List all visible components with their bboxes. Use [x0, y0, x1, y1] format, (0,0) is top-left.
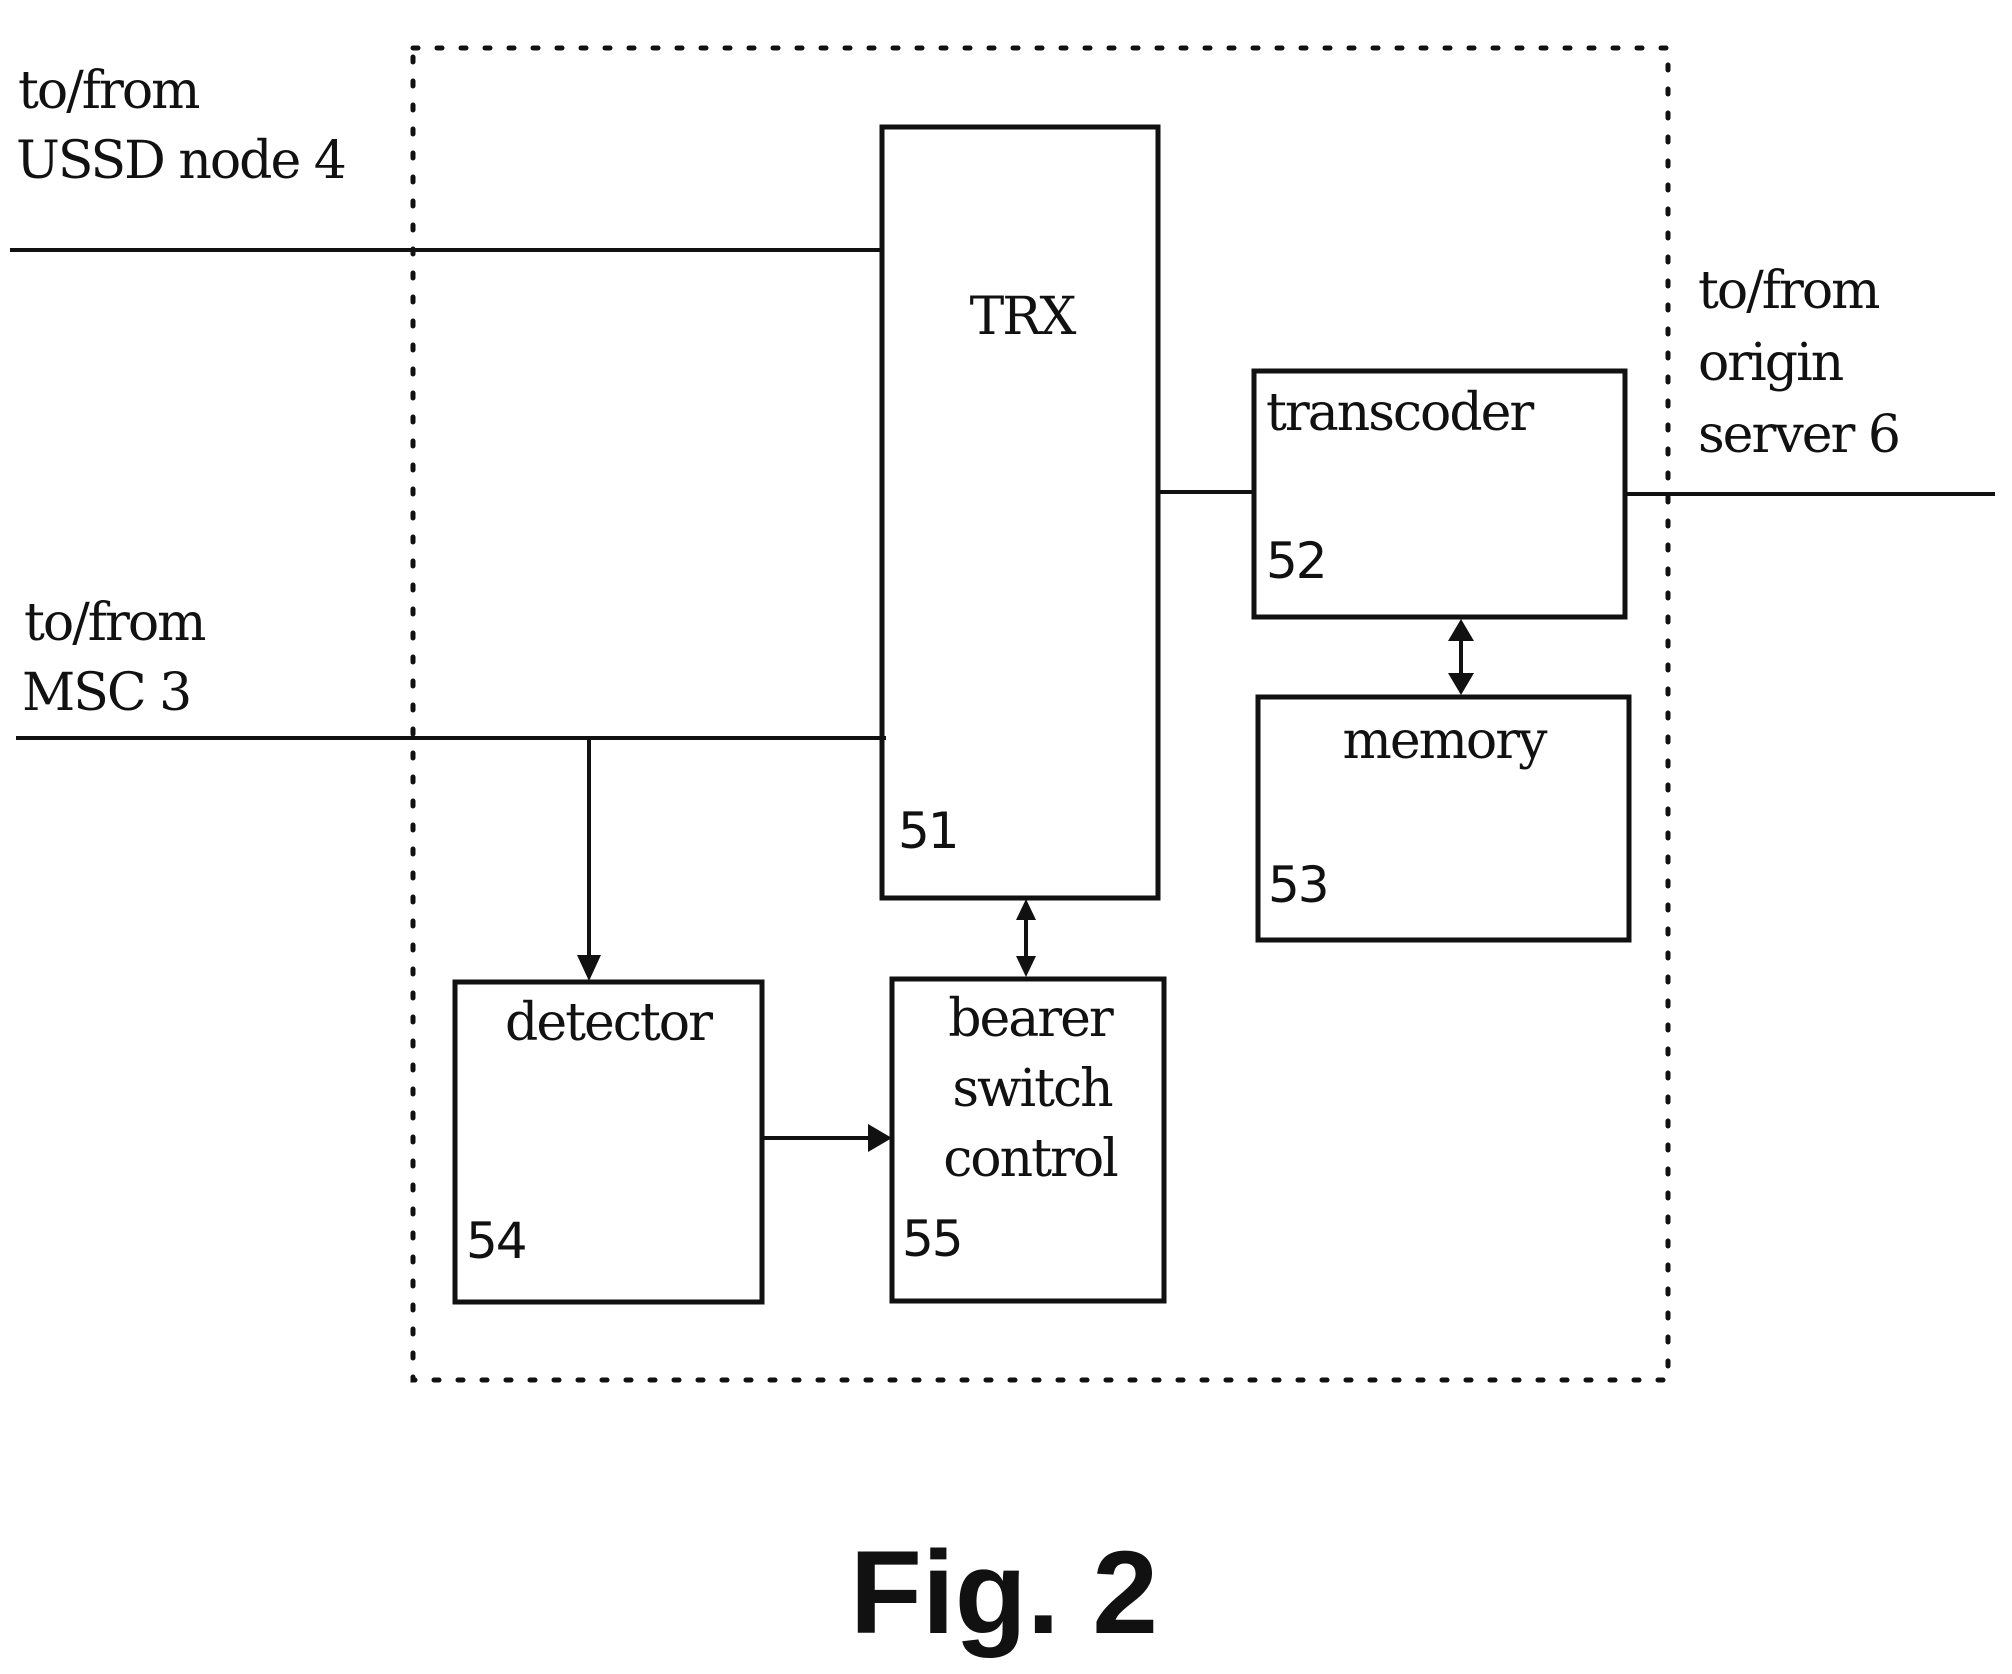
arrowhead-down-icon: [1016, 956, 1036, 977]
ussd-label-line1: to/from: [18, 61, 199, 121]
bearer-switch-control-block: bearer switch control 55: [889, 976, 1167, 1304]
origin-label-line1: to/from: [1698, 261, 1879, 321]
detector-ref-number: 54: [466, 1212, 526, 1270]
trx-ref-number: 51: [898, 802, 958, 860]
block-diagram: to/from USSD node 4 to/from MSC 3 to/fro…: [10, 45, 1995, 1659]
transcoder-ref-number: 52: [1266, 532, 1326, 590]
trx-box: [879, 124, 1161, 901]
memory-label: memory: [1343, 711, 1549, 771]
bearer-label-line3: control: [943, 1129, 1118, 1189]
transcoder-block: transcoder 52: [1251, 368, 1628, 620]
origin-label-line2: origin: [1698, 333, 1844, 393]
memory-block: memory 53: [1255, 694, 1632, 943]
arrowhead-up-icon: [1448, 619, 1474, 641]
ussd-label-line2: USSD node 4: [16, 131, 345, 191]
origin-label-line3: server 6: [1698, 405, 1899, 465]
trx-block: TRX 51: [879, 124, 1161, 901]
detector-block: detector 54: [452, 979, 765, 1305]
arrowhead-up-icon: [1016, 899, 1036, 920]
detector-label: detector: [505, 993, 713, 1053]
transcoder-label: transcoder: [1266, 383, 1534, 443]
msc-label-line1: to/from: [24, 593, 205, 653]
trx-label: TRX: [970, 287, 1077, 347]
figure-caption: Fig. 2: [850, 1527, 1158, 1659]
msc-label-line2: MSC 3: [22, 663, 190, 723]
bearer-ref-number: 55: [902, 1210, 962, 1268]
memory-ref-number: 53: [1268, 856, 1328, 914]
arrowhead-right-icon: [868, 1124, 892, 1152]
arrowhead-down-icon: [577, 955, 601, 981]
bearer-label-line2: switch: [952, 1059, 1113, 1119]
arrowhead-down-icon: [1448, 673, 1474, 695]
bearer-label-line1: bearer: [948, 989, 1114, 1049]
